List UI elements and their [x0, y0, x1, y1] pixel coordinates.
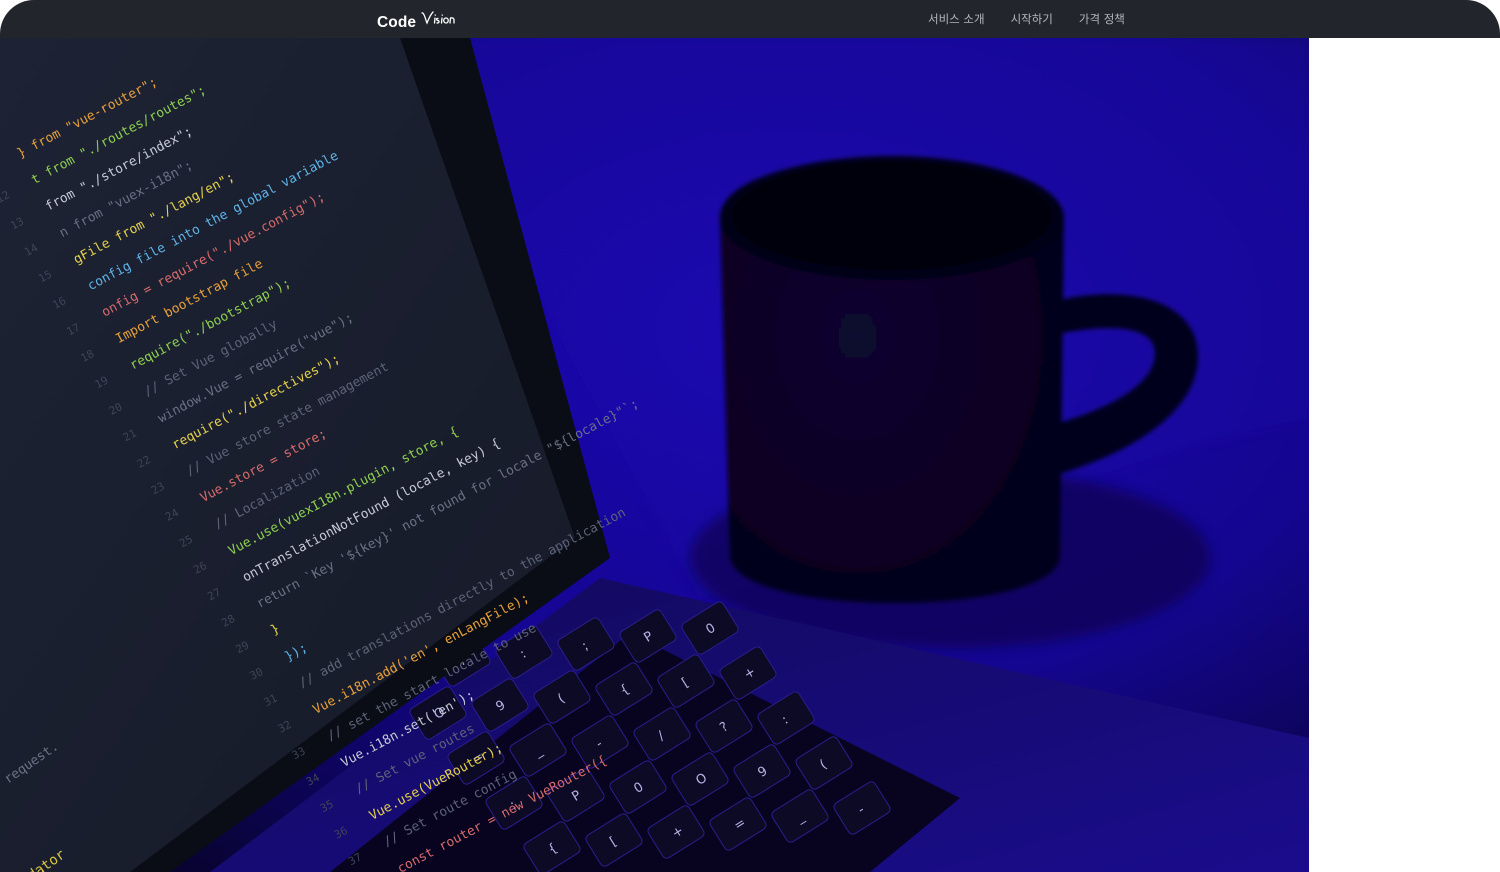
nav-link-get-started[interactable]: 시작하기 — [1011, 11, 1053, 27]
hero-image: /?:;P0O9({[+=_-/?:;P0O9({[+=_- } from "v… — [0, 38, 1309, 872]
hero-photo: /?:;P0O9({[+=_-/?:;P0O9({[+=_- } from "v… — [0, 38, 1309, 872]
nav-link-pricing[interactable]: 가격 정책 — [1079, 11, 1125, 27]
top-navbar: Code 서비스 소개 시작하기 가격 정책 — [0, 0, 1500, 38]
brand-logo-text: Code — [377, 14, 417, 31]
brand-logo-script — [421, 9, 457, 31]
brand-script-wordmark — [421, 11, 455, 25]
nav-links: 서비스 소개 시작하기 가격 정책 — [928, 11, 1125, 27]
nav-link-service-intro[interactable]: 서비스 소개 — [928, 11, 985, 27]
brand-logo[interactable]: Code — [377, 9, 457, 31]
